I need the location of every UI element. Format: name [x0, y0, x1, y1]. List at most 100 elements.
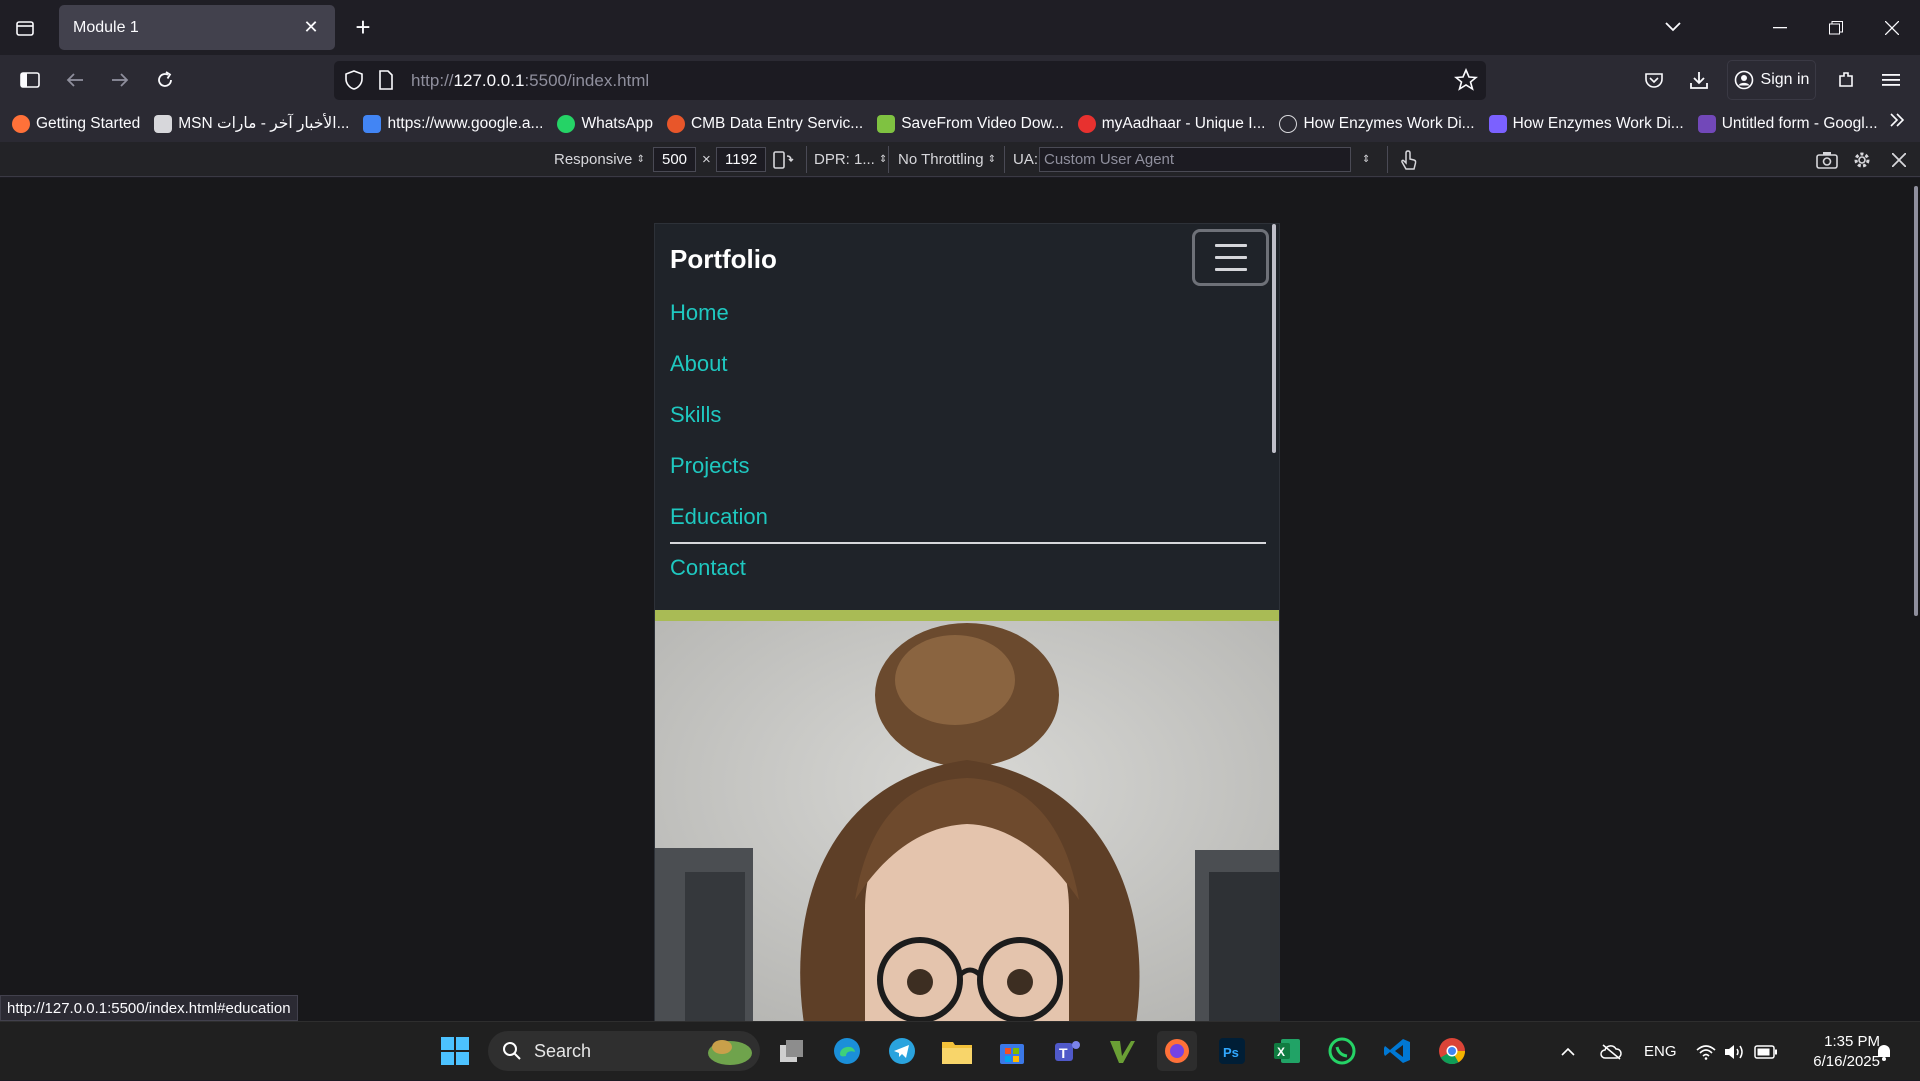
battery-icon[interactable] — [1754, 1022, 1778, 1081]
edge-icon[interactable] — [827, 1031, 867, 1071]
downloads-icon[interactable] — [1681, 62, 1717, 98]
bookmark-item[interactable]: https://www.google.a... — [363, 114, 543, 133]
extensions-icon[interactable] — [1828, 62, 1864, 98]
bookmark-item[interactable]: WhatsApp — [557, 114, 653, 133]
google-forms-icon — [1697, 114, 1716, 133]
tab-close-icon[interactable]: ✕ — [301, 17, 321, 38]
notifications-bell-icon[interactable] — [1874, 1022, 1894, 1081]
whatsapp-icon — [557, 114, 576, 133]
close-window-button[interactable] — [1864, 0, 1920, 55]
new-tab-button[interactable]: + — [348, 12, 378, 42]
nav-link-contact[interactable]: Contact — [670, 544, 1266, 595]
screenshot-camera-icon[interactable] — [1816, 142, 1838, 177]
telegram-icon[interactable] — [882, 1031, 922, 1071]
file-explorer-icon[interactable] — [937, 1031, 977, 1071]
reload-button[interactable] — [147, 62, 183, 98]
viewport-height-input[interactable]: 1192 — [716, 142, 767, 177]
site-nav-menu: Home About Skills Projects Education Con… — [670, 289, 1266, 595]
rotate-viewport-icon[interactable] — [772, 142, 794, 177]
taskbar-clock[interactable]: 1:35 PM 6/16/2025 — [1790, 1032, 1880, 1072]
user-agent-input[interactable]: Custom User Agent — [1039, 142, 1351, 177]
bookmark-item[interactable]: CMB Data Entry Servic... — [666, 114, 863, 133]
aadhaar-icon — [1077, 114, 1096, 133]
size-separator: × — [702, 151, 711, 168]
firefox-taskbar-icon[interactable] — [1157, 1031, 1197, 1071]
window-controls — [1752, 0, 1920, 55]
nav-link-about[interactable]: About — [670, 340, 1266, 391]
bookmark-item[interactable]: Getting Started — [12, 114, 140, 133]
bookmark-item[interactable]: How Enzymes Work Di... — [1279, 114, 1475, 133]
nav-link-education[interactable]: Education — [670, 493, 1266, 544]
network-throttling-selector[interactable]: No Throttling ⇕ — [898, 142, 996, 177]
language-indicator[interactable]: ENG — [1644, 1022, 1677, 1081]
vim-icon[interactable] — [1102, 1031, 1142, 1071]
teams-icon[interactable]: T — [1047, 1031, 1087, 1071]
url-bar[interactable]: http://127.0.0.1:5500/index.html — [334, 61, 1486, 100]
excel-icon[interactable]: X — [1267, 1031, 1307, 1071]
search-icon — [503, 1042, 521, 1060]
bookmark-star-icon — [1454, 68, 1478, 91]
show-hidden-icons-chevron-icon[interactable] — [1560, 1022, 1576, 1081]
msn-icon — [154, 114, 173, 133]
tracking-protection-shield-icon — [345, 70, 363, 90]
nav-link-skills[interactable]: Skills — [670, 391, 1266, 442]
tab-module-1[interactable]: Module 1 ✕ — [59, 5, 335, 50]
hero-accent-band — [655, 610, 1279, 621]
microsoft-store-icon[interactable] — [992, 1031, 1032, 1071]
cmb-icon — [666, 114, 685, 133]
page-info-icon — [379, 70, 393, 90]
rdm-settings-gear-icon[interactable] — [1852, 142, 1872, 177]
volume-icon[interactable] — [1724, 1022, 1746, 1081]
sign-in-button[interactable]: Sign in — [1727, 60, 1816, 100]
page-scrollbar[interactable] — [1914, 186, 1918, 616]
bookmark-item[interactable]: How Enzymes Work Di... — [1488, 114, 1684, 133]
touch-simulation-icon[interactable] — [1398, 142, 1418, 177]
clock-time: 1:35 PM — [1824, 1033, 1880, 1050]
device-selector[interactable]: Responsive ⇕ — [554, 142, 645, 177]
shield-purple-icon — [1488, 114, 1507, 133]
globe-icon — [1279, 114, 1298, 133]
chevron-down-icon — [1665, 22, 1681, 32]
back-button[interactable] — [57, 62, 93, 98]
chrome-icon[interactable] — [1432, 1031, 1472, 1071]
windows-taskbar: Search T Ps X ENG 1:35 PM 6/16/2025 — [0, 1021, 1920, 1080]
bookmark-item[interactable]: myAadhaar - Unique I... — [1077, 114, 1265, 133]
vscode-icon[interactable] — [1377, 1031, 1417, 1071]
user-agent-dropdown[interactable]: ⇕ — [1362, 142, 1370, 177]
wifi-icon[interactable] — [1696, 1022, 1716, 1081]
navbar-toggler-button[interactable] — [1192, 229, 1269, 286]
forward-button[interactable] — [102, 62, 138, 98]
bookmark-item[interactable]: MSN الأخبار آخر - مارات... — [154, 114, 349, 133]
viewport-width-input[interactable]: 500 — [653, 142, 697, 177]
taskbar-search-label: Search — [534, 1040, 592, 1061]
onedrive-icon[interactable] — [1600, 1022, 1622, 1081]
device-scrollbar[interactable] — [1272, 224, 1276, 453]
bookmark-item[interactable]: Untitled form - Googl... — [1697, 114, 1878, 133]
pocket-icon[interactable] — [1636, 62, 1672, 98]
firefox-view-icon — [16, 20, 34, 36]
windows-start-icon[interactable] — [435, 1031, 475, 1071]
dpr-selector[interactable]: DPR: 1... ⇕ — [814, 142, 887, 177]
portrait-illustration — [655, 621, 1279, 1022]
bookmarks-toolbar: Getting Started MSN الأخبار آخر - مارات.… — [0, 105, 1920, 142]
app-menu-icon[interactable] — [1873, 62, 1909, 98]
whatsapp-taskbar-icon[interactable] — [1322, 1031, 1362, 1071]
taskbar-search-box[interactable]: Search — [488, 1031, 760, 1071]
sidebar-toggle-icon[interactable] — [12, 62, 48, 98]
nav-link-projects[interactable]: Projects — [670, 442, 1266, 493]
tab-title: Module 1 — [73, 18, 139, 36]
close-rdm-icon[interactable] — [1892, 142, 1906, 177]
task-view-icon[interactable] — [772, 1031, 812, 1071]
savefrom-icon — [877, 114, 896, 133]
bookmark-item[interactable]: SaveFrom Video Dow... — [877, 114, 1064, 133]
restore-button[interactable] — [1808, 0, 1864, 55]
list-all-tabs-button[interactable] — [1658, 12, 1688, 42]
bookmarks-overflow-chevron-icon[interactable] — [1888, 111, 1906, 134]
firefox-view-button[interactable] — [0, 0, 50, 55]
viewport-area: Portfolio Home About Skills Projects Edu… — [0, 178, 1920, 1023]
photoshop-icon[interactable]: Ps — [1212, 1031, 1252, 1071]
hamburger-line — [1214, 244, 1247, 247]
site-brand[interactable]: Portfolio — [670, 244, 777, 275]
minimize-button[interactable] — [1752, 0, 1808, 55]
nav-link-home[interactable]: Home — [670, 289, 1266, 340]
